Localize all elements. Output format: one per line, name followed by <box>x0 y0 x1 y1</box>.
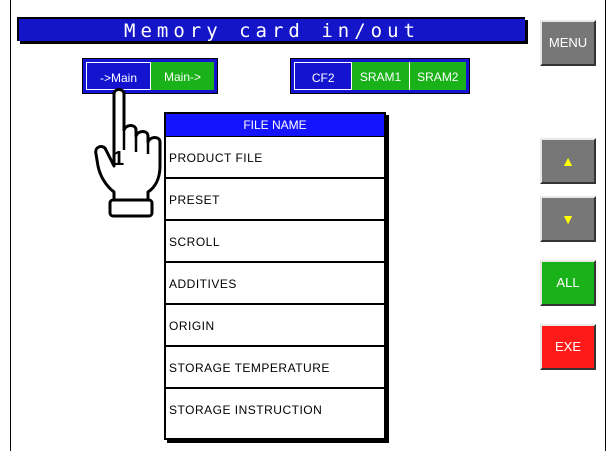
file-item-additives[interactable]: ADDITIVES <box>166 263 384 305</box>
file-item-product-file[interactable]: PRODUCT FILE <box>166 137 384 179</box>
file-item-scroll[interactable]: SCROLL <box>166 221 384 263</box>
memory-select-group: CF2 SRAM1 SRAM2 <box>290 58 470 94</box>
file-list: FILE NAME PRODUCT FILE PRESET SCROLL ADD… <box>164 112 386 440</box>
execute-button[interactable]: EXE <box>540 324 596 370</box>
file-item-storage-temperature[interactable]: STORAGE TEMPERATURE <box>166 347 384 389</box>
scroll-down-button[interactable]: ▼ <box>540 196 596 242</box>
file-list-header: FILE NAME <box>166 114 384 137</box>
file-item-origin[interactable]: ORIGIN <box>166 305 384 347</box>
page-title: Memory card in/out <box>17 17 525 42</box>
scroll-up-button[interactable]: ▲ <box>540 138 596 184</box>
pointing-hand-icon <box>94 88 162 218</box>
to-main-button[interactable]: ->Main <box>86 62 151 90</box>
select-all-button[interactable]: ALL <box>540 260 596 306</box>
from-main-button[interactable]: Main-> <box>151 62 214 90</box>
sram2-button[interactable]: SRAM2 <box>408 62 466 90</box>
file-item-preset[interactable]: PRESET <box>166 179 384 221</box>
arrow-up-icon: ▲ <box>561 153 575 169</box>
arrow-down-icon: ▼ <box>561 211 575 227</box>
file-item-storage-instruction[interactable]: STORAGE INSTRUCTION <box>166 389 384 432</box>
sram1-button[interactable]: SRAM1 <box>352 62 409 90</box>
step-number: 1 <box>113 148 125 170</box>
cf2-button[interactable]: CF2 <box>294 62 353 90</box>
menu-button[interactable]: MENU <box>540 20 596 66</box>
